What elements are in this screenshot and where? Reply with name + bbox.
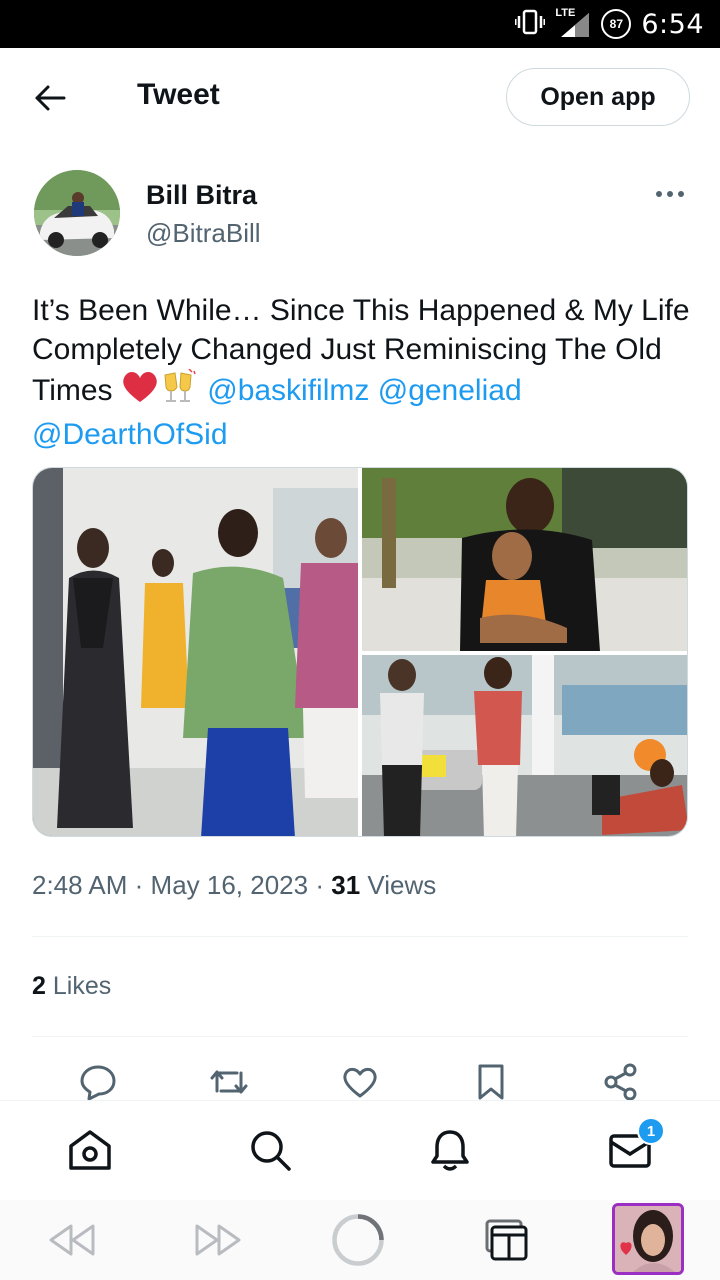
retweet-icon — [210, 1070, 248, 1094]
views-label: Views — [367, 870, 437, 900]
mention-link[interactable]: @baskifilmz — [207, 374, 369, 407]
rewind-icon — [49, 1224, 95, 1256]
signal-icon: LTE — [555, 7, 591, 39]
nav-notifications[interactable] — [425, 1125, 475, 1175]
status-time: 6:54 — [641, 8, 704, 40]
battery-indicator: 87 — [601, 9, 632, 39]
clinking-glasses-icon — [159, 368, 199, 416]
browser-back-button[interactable] — [44, 1212, 100, 1268]
tweet-actions — [0, 1060, 720, 1104]
search-icon — [251, 1131, 291, 1171]
author-name[interactable]: Bill Bitra — [146, 180, 257, 211]
tweet-text: It’s Been While… Since This Happened & M… — [32, 292, 692, 454]
nav-home[interactable] — [65, 1125, 115, 1175]
reply-icon — [80, 1065, 116, 1100]
tweet-time: 2:48 AM — [32, 870, 128, 900]
browser-reload-button[interactable] — [330, 1212, 386, 1268]
page-title: Tweet — [137, 78, 220, 111]
like-icon — [343, 1067, 377, 1098]
likes-label: Likes — [52, 972, 112, 1000]
more-dots-icon — [656, 191, 684, 197]
bottom-navigation: 1 — [0, 1100, 720, 1200]
reply-button[interactable] — [76, 1060, 120, 1104]
mention-link[interactable]: @DearthOfSid — [32, 418, 228, 451]
back-button[interactable] — [30, 78, 70, 118]
browser-tab-thumbnail[interactable] — [612, 1203, 684, 1275]
vibrate-icon — [514, 9, 546, 40]
media-photo[interactable] — [33, 468, 358, 836]
fast-forward-icon — [195, 1224, 241, 1256]
bookmark-button[interactable] — [469, 1060, 513, 1104]
notifications-icon — [431, 1130, 469, 1171]
share-icon — [604, 1063, 637, 1101]
red-heart-icon — [121, 370, 159, 415]
tweet-media-grid — [32, 467, 688, 837]
avatar[interactable] — [34, 170, 120, 256]
likes-count: 2 — [32, 972, 46, 1000]
tabs-icon — [485, 1219, 528, 1261]
media-photo[interactable] — [362, 655, 687, 836]
media-photo[interactable] — [362, 468, 687, 651]
more-options-button[interactable] — [650, 182, 690, 206]
share-button[interactable] — [599, 1060, 643, 1104]
retweet-button[interactable] — [207, 1060, 251, 1104]
arrow-left-icon — [35, 85, 66, 111]
open-app-button[interactable]: Open app — [506, 68, 690, 126]
author-handle[interactable]: @BitraBill — [146, 218, 261, 249]
views-count: 31 — [331, 870, 361, 900]
like-button[interactable] — [338, 1060, 382, 1104]
bookmark-icon — [478, 1064, 504, 1100]
messages-badge: 1 — [637, 1117, 665, 1145]
nav-search[interactable] — [245, 1125, 295, 1175]
reload-icon — [332, 1214, 384, 1266]
tweet-meta: 2:48 AM · May 16, 2023 · 31 Views — [32, 870, 436, 901]
meta-separator: · — [315, 870, 325, 900]
nav-messages[interactable]: 1 — [605, 1117, 665, 1175]
home-icon — [69, 1130, 111, 1170]
meta-separator: · — [134, 870, 144, 900]
tweet-header: Tweet Open app — [0, 48, 720, 146]
divider — [32, 936, 688, 937]
mention-link[interactable]: @geneliad — [378, 374, 522, 407]
status-bar: LTE 87 6:54 — [0, 0, 720, 48]
tweet-date: May 16, 2023 — [150, 870, 309, 900]
browser-forward-button[interactable] — [190, 1212, 246, 1268]
divider — [32, 1036, 688, 1037]
likes-link[interactable]: 2 Likes — [32, 972, 111, 1001]
status-icons: LTE 87 6:54 — [514, 0, 704, 48]
browser-tabs-button[interactable] — [478, 1212, 534, 1268]
